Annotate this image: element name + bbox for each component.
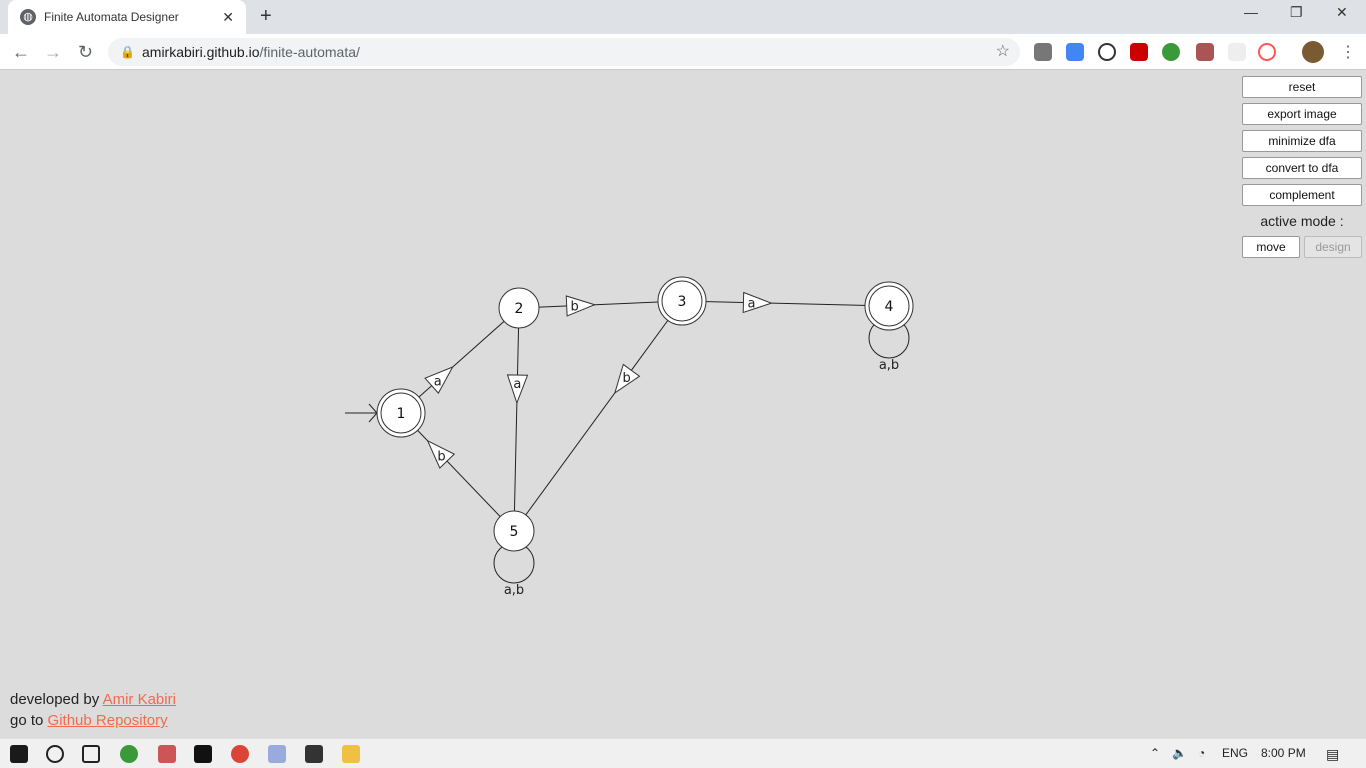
bookmark-star-icon[interactable]: ☆: [996, 38, 1010, 66]
footer-repo: go to Github Repository: [10, 712, 168, 729]
webstorm-icon[interactable]: [194, 745, 212, 763]
transition-label: a: [513, 377, 521, 392]
transition-label: a,b: [879, 358, 899, 373]
author-link[interactable]: Amir Kabiri: [103, 691, 176, 708]
show-hidden-icons-chevron-icon[interactable]: ⌃: [1150, 746, 1160, 760]
taskbar: ⌃ 🔈 ◔ ENG 8:00 PM ▤: [0, 738, 1366, 768]
state-label[interactable]: 3: [678, 294, 687, 310]
transition-label: a: [747, 297, 755, 312]
automaton-diagram[interactable]: a b a a b b a,b a,b 1 2 3 4 5: [0, 70, 1366, 738]
transition-label: b: [623, 371, 631, 386]
transition-edge: [513, 300, 683, 532]
developed-by-text: developed by: [10, 691, 103, 708]
reload-icon[interactable]: ↻: [78, 42, 93, 63]
page-canvas[interactable]: a b a a b b a,b a,b 1 2 3 4 5 reset export image min…: [0, 70, 1366, 738]
notifications-icon[interactable]: ▤: [1326, 746, 1339, 763]
transition-edge: [681, 300, 890, 307]
close-window-button[interactable]: ✕: [1336, 4, 1348, 21]
url-path: /finite-automata/: [259, 44, 360, 60]
git-client-icon[interactable]: [268, 745, 286, 763]
state-label[interactable]: 1: [397, 406, 406, 422]
camera-extension-icon[interactable]: [1034, 43, 1052, 61]
color-picker-extension-icon[interactable]: [1196, 43, 1214, 61]
transition-label: b: [571, 300, 579, 315]
minimize-window-button[interactable]: —: [1244, 4, 1258, 20]
clock[interactable]: 8:00 PM: [1261, 746, 1306, 760]
tab-bar: ◍ Finite Automata Designer ✕ + — ❐ ✕: [0, 0, 1366, 34]
convert-to-dfa-button[interactable]: convert to dfa: [1242, 157, 1362, 179]
go-to-text: go to: [10, 712, 48, 729]
download-manager-icon[interactable]: [120, 745, 138, 763]
browser-tab[interactable]: ◍ Finite Automata Designer ✕: [8, 0, 246, 34]
url-host: amirkabiri.github.io: [142, 44, 260, 60]
forward-icon[interactable]: →: [44, 42, 62, 63]
profile-avatar[interactable]: [1302, 41, 1324, 63]
search-icon[interactable]: [46, 745, 64, 763]
transition-label: a,b: [504, 583, 524, 598]
state-label[interactable]: 2: [515, 301, 524, 317]
windows-start-icon[interactable]: [10, 745, 28, 763]
restore-window-button[interactable]: ❐: [1290, 4, 1303, 21]
language-indicator[interactable]: ENG: [1222, 746, 1248, 760]
move-mode-button[interactable]: move: [1242, 236, 1300, 258]
volume-icon[interactable]: 🔈: [1172, 746, 1187, 760]
reset-button[interactable]: reset: [1242, 76, 1362, 98]
menu-kebab-icon[interactable]: ⋮: [1340, 42, 1356, 62]
download-manager-extension-icon[interactable]: [1162, 43, 1180, 61]
minimize-dfa-button[interactable]: minimize dfa: [1242, 130, 1362, 152]
swirl-extension-icon[interactable]: [1258, 43, 1276, 61]
active-mode-label: active mode :: [1260, 213, 1344, 229]
github-repo-link[interactable]: Github Repository: [48, 712, 168, 729]
design-mode-button[interactable]: design: [1304, 236, 1362, 258]
globe-icon: ◍: [20, 9, 36, 25]
ruby-extension-icon[interactable]: [1130, 43, 1148, 61]
transition-edge: [400, 412, 515, 532]
new-tab-button[interactable]: +: [260, 5, 272, 28]
back-icon[interactable]: ←: [12, 42, 30, 63]
state-label[interactable]: 5: [510, 524, 519, 540]
file-explorer-icon[interactable]: [342, 745, 360, 763]
state-label[interactable]: 4: [885, 299, 894, 315]
transition-label: b: [437, 449, 445, 464]
wifi-icon[interactable]: ◔: [1198, 746, 1205, 760]
task-view-icon[interactable]: [82, 745, 100, 763]
lock-icon: 🔒: [120, 45, 135, 59]
export-image-button[interactable]: export image: [1242, 103, 1362, 125]
transition-edge: [513, 307, 520, 532]
complement-button[interactable]: complement: [1242, 184, 1362, 206]
transition-label: a: [434, 374, 442, 389]
chrome-icon[interactable]: [231, 745, 249, 763]
json-extension-icon[interactable]: [1098, 43, 1116, 61]
footer-developed-by: developed by Amir Kabiri: [10, 691, 176, 708]
address-toolbar: ← → ↻ 🔒 amirkabiri.github.io/finite-auto…: [0, 34, 1366, 70]
terminal-icon[interactable]: [305, 745, 323, 763]
paint-icon[interactable]: [158, 745, 176, 763]
address-bar[interactable]: 🔒 amirkabiri.github.io/finite-automata/ …: [108, 38, 1020, 66]
tab-title: Finite Automata Designer: [44, 10, 179, 24]
close-tab-icon[interactable]: ✕: [222, 9, 234, 26]
translate-extension-icon[interactable]: [1066, 43, 1084, 61]
react-extension-icon[interactable]: [1228, 43, 1246, 61]
